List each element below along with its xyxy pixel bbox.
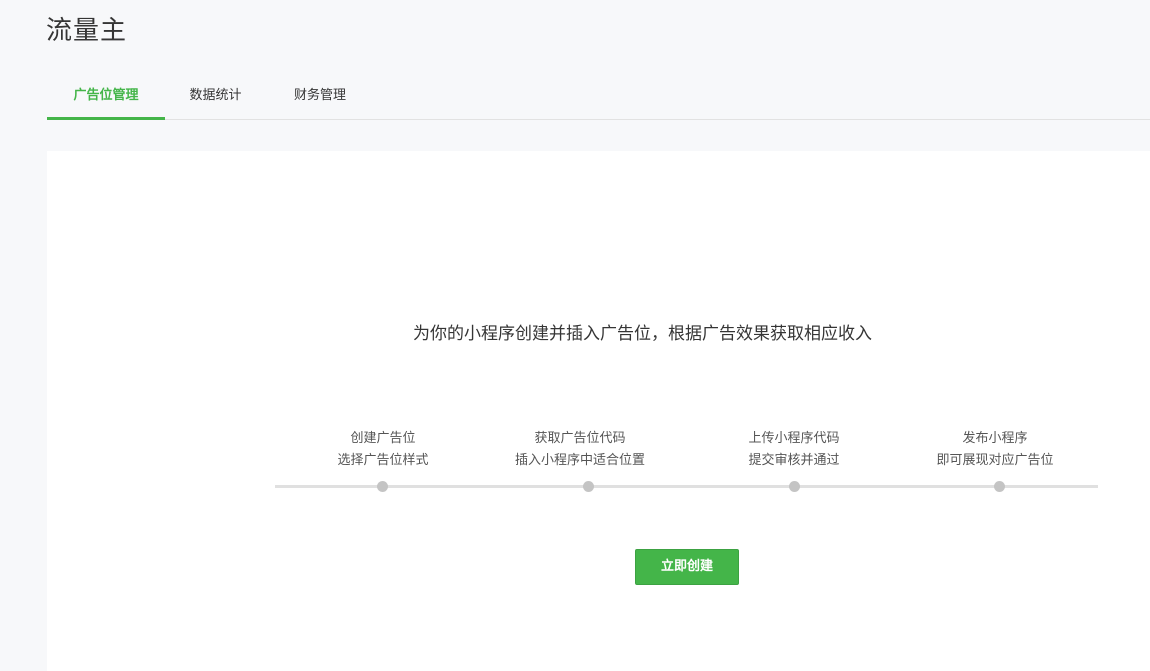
step-3-text: 上传小程序代码 提交审核并通过	[694, 428, 894, 472]
tab-ad-slot-management[interactable]: 广告位管理	[47, 74, 165, 120]
step-3-description: 提交审核并通过	[748, 453, 840, 468]
main-card: 为你的小程序创建并插入广告位，根据广告效果获取相应收入 创建广告位 选择广告位样…	[47, 151, 1150, 671]
step-2-text: 获取广告位代码 插入小程序中适合位置	[480, 428, 680, 472]
intro-text: 为你的小程序创建并插入广告位，根据广告效果获取相应收入	[413, 324, 872, 344]
tab-bar: 广告位管理 数据统计 财务管理	[47, 74, 1150, 120]
step-2-description: 插入小程序中适合位置	[514, 453, 645, 468]
step-4-text: 发布小程序 即可展现对应广告位	[895, 428, 1095, 472]
steps-progress: 创建广告位 选择广告位样式 获取广告位代码 插入小程序中适合位置 上传小程序代码…	[275, 428, 1098, 498]
step-1-title: 创建广告位	[350, 431, 416, 446]
create-now-button[interactable]: 立即创建	[635, 549, 739, 585]
page-title: 流量主	[46, 16, 128, 46]
step-3-dot	[789, 481, 800, 492]
progress-track	[275, 485, 1098, 488]
tab-data-statistics[interactable]: 数据统计	[165, 74, 266, 119]
step-1-text: 创建广告位 选择广告位样式	[283, 428, 483, 472]
step-3-title: 上传小程序代码	[748, 431, 840, 446]
step-2-dot	[583, 481, 594, 492]
tab-finance-management[interactable]: 财务管理	[266, 74, 374, 119]
step-1-description: 选择广告位样式	[337, 453, 429, 468]
step-4-dot	[994, 481, 1005, 492]
step-4-title: 发布小程序	[962, 431, 1028, 446]
step-4-description: 即可展现对应广告位	[936, 453, 1054, 468]
step-1-dot	[377, 481, 388, 492]
step-2-title: 获取广告位代码	[534, 431, 626, 446]
